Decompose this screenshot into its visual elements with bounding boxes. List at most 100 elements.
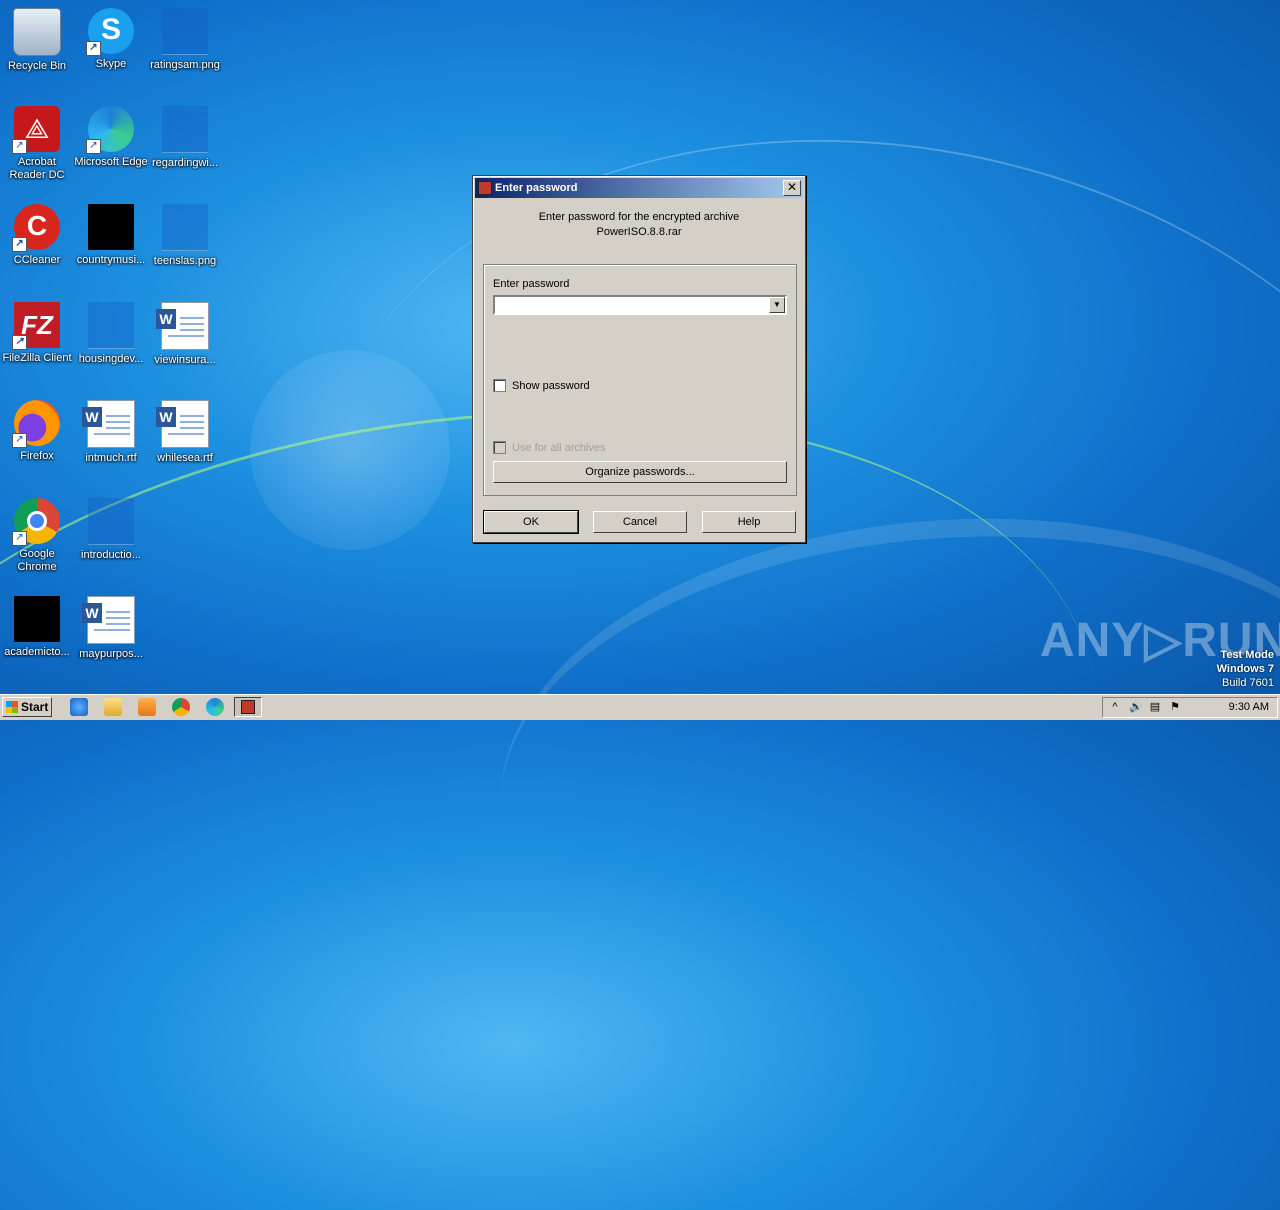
ccleaner-icon: C ↗ (12, 204, 60, 252)
desktop-icon-label: Microsoft Edge (74, 156, 148, 168)
ok-button[interactable]: OK (483, 510, 579, 534)
chrome-icon: ↗ (12, 498, 60, 546)
shortcut-arrow-icon: ↗ (12, 433, 27, 448)
test-mode-line: Test Mode (1220, 649, 1274, 661)
desktop-icon-skype[interactable]: S ↗ Skype (74, 8, 148, 71)
desktop-icon-label: intmuch.rtf (85, 452, 137, 464)
shortcut-arrow-icon: ↗ (12, 139, 27, 154)
desktop-icon-countrymusi[interactable]: countrymusi... (74, 204, 148, 267)
desktop-icon-label: teenslas.png (153, 255, 217, 267)
desktop-icon-label: countrymusi... (76, 254, 146, 266)
word-doc-icon: W (82, 596, 135, 644)
shortcut-arrow-icon: ↗ (86, 139, 101, 154)
ie-icon[interactable] (70, 698, 88, 716)
shortcut-arrow-icon: ↗ (86, 41, 101, 56)
black-file-icon (88, 204, 134, 250)
checkbox-box[interactable] (493, 379, 506, 392)
desktop-icon-label: FileZilla Client (2, 352, 72, 364)
desktop-icon-label: viewinsura... (154, 354, 216, 366)
chrome-taskbar-icon[interactable] (172, 698, 190, 716)
shortcut-arrow-icon: ↗ (12, 237, 27, 252)
desktop-icon-edge[interactable]: ↗ Microsoft Edge (74, 106, 148, 169)
acrobat-icon: ⟁ ↗ (12, 106, 60, 154)
desktop-icon-regardingwi[interactable]: regardingwi... (148, 106, 222, 170)
desktop-icon-label: Recycle Bin (7, 60, 67, 72)
use-for-all-label: Use for all archives (512, 441, 606, 454)
image-file-icon (162, 106, 208, 153)
edge-taskbar-icon[interactable] (206, 698, 224, 716)
desktop-icon-label: academicto... (4, 646, 70, 658)
start-label: Start (21, 700, 49, 714)
show-password-label: Show password (512, 379, 590, 392)
dialog-message: Enter password for the encrypted archive… (473, 210, 805, 240)
desktop-icon-label: CCleaner (13, 254, 61, 266)
desktop-icon-label: introductio... (81, 549, 141, 561)
use-for-all-checkbox: Use for all archives (493, 441, 606, 454)
chevron-down-icon[interactable]: ▼ (769, 297, 785, 313)
desktop-icon-maypurpos[interactable]: W maypurpos... (74, 596, 148, 661)
word-doc-icon: W (82, 400, 135, 448)
test-mode-text: Test Mode Windows 7 Build 7601 (1217, 648, 1274, 690)
password-combo[interactable]: ▼ (493, 295, 787, 315)
archive-name: PowerISO.8.8.rar (596, 226, 682, 238)
image-file-icon (88, 498, 134, 545)
desktop-icon-label: Google Chrome (17, 548, 57, 573)
dialog-titlebar[interactable]: Enter password ✕ (475, 178, 803, 198)
poweriso-icon (241, 700, 255, 714)
desktop-icon-ratingsam[interactable]: ratingsam.png (148, 8, 222, 72)
desktop-icon-recycle-bin[interactable]: Recycle Bin (0, 8, 74, 73)
enter-password-dialog: Enter password ✕ Enter password for the … (472, 175, 806, 543)
desktop-icon-acrobat[interactable]: ⟁ ↗ Acrobat Reader DC (0, 106, 74, 182)
desktop-icon-filezilla[interactable]: FZ ↗ FileZilla Client (0, 302, 74, 365)
organize-passwords-button[interactable]: Organize passwords... (493, 461, 787, 483)
desktop-icon-viewinsura[interactable]: W viewinsura... (148, 302, 222, 367)
desktop-icon-label: Acrobat Reader DC (9, 156, 65, 181)
desktop-icon-ccleaner[interactable]: C ↗ CCleaner (0, 204, 74, 267)
desktop-icon-teenslas[interactable]: teenslas.png (148, 204, 222, 268)
word-doc-icon: W (156, 302, 209, 350)
desktop-icon-label: housingdev... (78, 353, 144, 365)
clock[interactable]: 9:30 AM (1229, 701, 1269, 713)
desktop-icon-label: Skype (95, 58, 127, 70)
system-tray: ^ 🔊 ▤ ⚑ 9:30 AM (1102, 697, 1278, 718)
desktop-icon-label: ratingsam.png (150, 59, 220, 71)
media-player-icon[interactable] (138, 698, 156, 716)
flag-icon[interactable]: ⚑ (1169, 701, 1181, 713)
desktop-icon-housingdev[interactable]: housingdev... (74, 302, 148, 366)
poweriso-taskbar-button[interactable] (234, 697, 262, 717)
desktop-icon-label: regardingwi... (151, 157, 219, 169)
start-button[interactable]: Start (2, 697, 52, 717)
network-icon[interactable]: ▤ (1149, 701, 1161, 713)
image-file-icon (162, 8, 208, 55)
shortcut-arrow-icon: ↗ (12, 335, 27, 350)
desktop-icon-chrome[interactable]: ↗ Google Chrome (0, 498, 74, 574)
show-password-checkbox[interactable]: Show password (493, 379, 590, 392)
build-line: Build 7601 (1222, 677, 1274, 689)
desktop-icon-firefox[interactable]: ↗ Firefox (0, 400, 74, 463)
password-group: Enter password ▼ Show password Use for a… (483, 264, 797, 496)
poweriso-app-icon (478, 181, 492, 195)
cancel-button[interactable]: Cancel (593, 511, 687, 533)
desktop-icon-introductio[interactable]: introductio... (74, 498, 148, 562)
password-label: Enter password (493, 278, 570, 290)
desktop-icon-label: whilesea.rtf (157, 452, 213, 464)
speaker-icon[interactable]: 🔊 (1129, 701, 1143, 713)
skype-icon: S ↗ (86, 8, 134, 56)
message-line: Enter password for the encrypted archive (538, 211, 740, 223)
windows-logo-icon (6, 701, 18, 713)
chevron-up-icon[interactable]: ^ (1109, 701, 1121, 713)
desktop-icon-label: maypurpos... (79, 648, 143, 660)
close-button[interactable]: ✕ (783, 180, 801, 196)
desktop-icon-intmuch[interactable]: W intmuch.rtf (74, 400, 148, 465)
recycle-bin-icon (13, 8, 61, 56)
desktop-icon-whilesea[interactable]: W whilesea.rtf (148, 400, 222, 465)
shortcut-arrow-icon: ↗ (12, 531, 27, 546)
explorer-folder-icon[interactable] (104, 698, 122, 716)
help-button[interactable]: Help (702, 511, 796, 533)
image-file-icon (162, 204, 208, 251)
taskbar: Start ^ 🔊 ▤ ⚑ 9:30 AM (0, 694, 1280, 720)
filezilla-icon: FZ ↗ (12, 302, 60, 350)
desktop-icon-academicto[interactable]: academicto... (0, 596, 74, 659)
firefox-icon: ↗ (12, 400, 60, 448)
word-doc-icon: W (156, 400, 209, 448)
